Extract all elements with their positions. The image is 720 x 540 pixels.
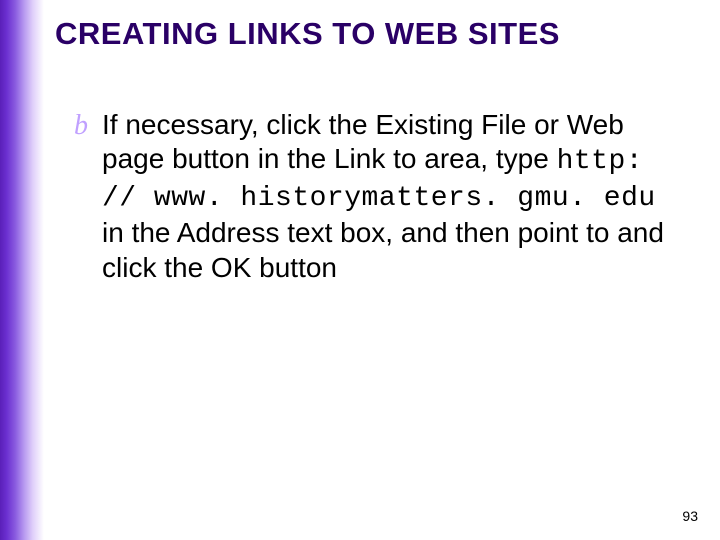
page-number: 93 (682, 508, 698, 524)
body-text-pre: If necessary, click the Existing File or… (102, 109, 624, 174)
slide: CREATING LINKS TO WEB SITES b If necessa… (0, 0, 720, 540)
body-text-post: in the Address text box, and then point … (102, 217, 664, 282)
side-gradient-decoration (0, 0, 44, 540)
bullet-text: If necessary, click the Existing File or… (102, 108, 674, 285)
slide-title: CREATING LINKS TO WEB SITES (55, 16, 560, 52)
bullet-item: b If necessary, click the Existing File … (74, 108, 674, 285)
body-area: b If necessary, click the Existing File … (74, 108, 674, 285)
bullet-icon: b (74, 110, 102, 142)
